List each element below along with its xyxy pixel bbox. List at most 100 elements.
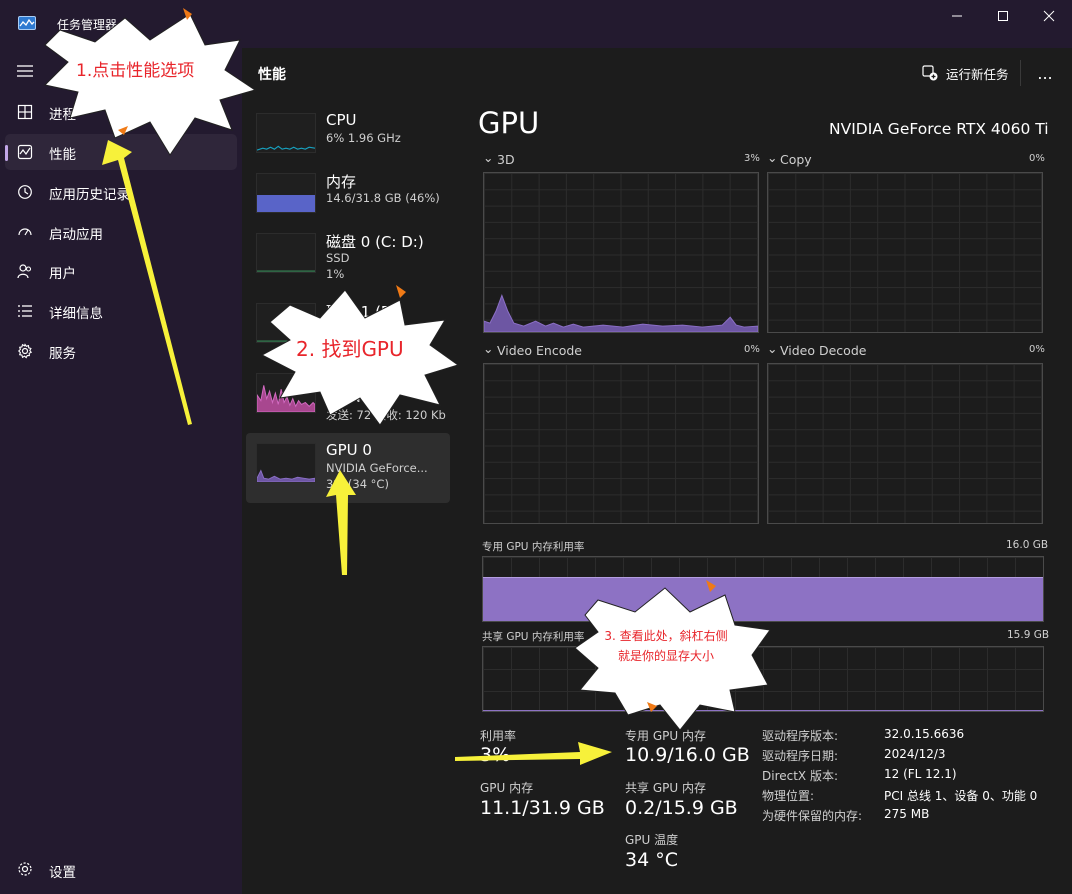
info-value: 32.0.15.6636 xyxy=(884,727,965,741)
engine-label-3d: 3D xyxy=(497,152,515,167)
app-history-icon xyxy=(18,185,32,199)
graph-3d-area xyxy=(484,294,758,332)
engine-label-video-decode: Video Decode xyxy=(780,343,867,358)
shared-mem-stat-label: 共享 GPU 内存 xyxy=(625,781,706,795)
utilization-label: 利用率 xyxy=(480,729,517,743)
header-separator xyxy=(1020,60,1021,86)
nav-label-startup: 启动应用 xyxy=(49,227,103,243)
perf-item-name: 内存 xyxy=(326,173,357,191)
startup-speedometer-icon xyxy=(18,228,32,236)
info-key: DirectX 版本: xyxy=(762,769,839,783)
engine-graph-3d xyxy=(483,172,759,333)
info-key: 物理位置: xyxy=(762,789,815,803)
settings-gear-icon[interactable] xyxy=(17,861,33,877)
dedicated-mem-max: 16.0 GB xyxy=(1006,539,1049,551)
nav-label-details: 详细信息 xyxy=(49,306,103,322)
details-list-icon xyxy=(18,305,32,317)
shared-mem-max: 15.9 GB xyxy=(1007,629,1050,641)
perf-item-detail: 6% 1.96 GHz xyxy=(326,131,401,145)
close-button[interactable] xyxy=(1026,0,1072,32)
engine-pct-video-encode: 0% xyxy=(744,344,760,355)
cpu-thumbnail-graph xyxy=(256,113,316,153)
perf-item-name: Wi-Fi xyxy=(326,371,362,389)
engine-label-copy: Copy xyxy=(780,152,812,167)
gpu-temp-label: GPU 温度 xyxy=(625,833,679,847)
info-value: 12 (FL 12.1) xyxy=(884,767,957,781)
nav-item-app-history[interactable]: 应用历史记录 xyxy=(5,174,237,210)
chevron-down-icon[interactable]: ⌄ xyxy=(767,150,777,165)
nav-item-details[interactable]: 详细信息 xyxy=(5,293,237,329)
perf-item-name: CPU xyxy=(326,111,357,129)
run-new-task-button[interactable]: 运行新任务 xyxy=(916,58,1016,88)
run-new-task-label: 运行新任务 xyxy=(946,66,1009,82)
info-value: 275 MB xyxy=(884,807,930,821)
task-manager-app-icon xyxy=(18,16,36,30)
nav-label-performance: 性能 xyxy=(49,147,76,163)
nav-item-services[interactable]: 服务 xyxy=(5,333,237,369)
nav-label-app-history: 应用历史记录 xyxy=(49,187,130,203)
wifi-thumbnail-graph xyxy=(256,373,316,413)
gpu-mem-label: GPU 内存 xyxy=(480,781,534,795)
run-new-task-icon xyxy=(922,65,938,81)
utilization-value: 3% xyxy=(480,744,511,766)
users-icon xyxy=(17,264,32,279)
perf-item-name: 磁盘 1 (E:) xyxy=(326,303,402,321)
perf-item-wifi[interactable]: Wi-Fi WLAN 发送: 72 接收: 120 Kb xyxy=(246,363,450,433)
gpu-model: NVIDIA GeForce RTX 4060 Ti xyxy=(829,120,1049,138)
performance-chart-icon xyxy=(17,144,33,160)
nav-label-users: 用户 xyxy=(49,266,76,282)
maximize-button[interactable] xyxy=(980,0,1026,32)
annotation-step-2-text: 2. 找到GPU xyxy=(296,337,404,361)
gpu-title: GPU xyxy=(478,106,540,140)
engine-graph-copy xyxy=(767,172,1043,333)
annotation-arrow-3 xyxy=(455,742,612,765)
dedicated-mem-usage-label: 专用 GPU 内存利用率 xyxy=(482,541,585,553)
info-key: 驱动程序版本: xyxy=(762,729,839,743)
perf-item-detail-2: 3% (34 °C) xyxy=(326,477,389,491)
dedicated-mem-stat-value: 10.9/16.0 GB xyxy=(625,744,750,766)
nav-label-processes: 进程 xyxy=(49,107,76,123)
hamburger-menu-icon[interactable] xyxy=(16,62,34,80)
nav-item-performance[interactable]: 性能 xyxy=(5,134,237,170)
info-key: 驱动程序日期: xyxy=(762,749,839,763)
nav-item-users[interactable]: 用户 xyxy=(5,253,237,289)
dedicated-mem-stat-label: 专用 GPU 内存 xyxy=(625,729,706,743)
close-icon xyxy=(1043,10,1055,22)
title-bar xyxy=(0,0,1072,48)
perf-item-detail-2: 1% xyxy=(326,267,345,281)
engine-label-video-encode: Video Encode xyxy=(497,343,582,358)
gpu-mem-value: 11.1/31.9 GB xyxy=(480,797,605,819)
perf-item-name: 磁盘 0 (C: D:) xyxy=(326,233,424,251)
engine-pct-copy: 0% xyxy=(1029,153,1045,164)
more-options-button[interactable]: ... xyxy=(1030,60,1060,86)
minimize-button[interactable] xyxy=(934,0,980,32)
nav-label-services: 服务 xyxy=(49,346,76,362)
perf-item-gpu-0[interactable]: GPU 0 NVIDIA GeForce... 3% (34 °C) xyxy=(246,433,450,503)
services-gear-icon xyxy=(18,343,33,359)
perf-item-name: GPU 0 xyxy=(326,441,372,459)
annotation-step-1-text: 1.点击性能选项 xyxy=(76,61,195,81)
perf-item-detail: SSD xyxy=(326,251,350,265)
settings-label[interactable]: 设置 xyxy=(49,861,76,881)
dedicated-mem-fill xyxy=(483,577,1043,621)
engine-graph-video-decode xyxy=(767,363,1043,524)
memory-thumbnail-graph xyxy=(256,173,316,213)
perf-item-detail: 14.6/31.8 GB (46%) xyxy=(326,191,440,205)
chevron-down-icon[interactable]: ⌄ xyxy=(483,341,493,356)
gpu-thumbnail-graph xyxy=(256,443,316,483)
info-key: 为硬件保留的内存: xyxy=(762,809,863,823)
minimize-icon xyxy=(952,15,962,17)
chevron-down-icon[interactable]: ⌄ xyxy=(483,150,493,165)
nav-item-startup[interactable]: 启动应用 xyxy=(5,214,237,250)
gpu-temp-value: 34 °C xyxy=(625,849,678,871)
perf-item-detail: NVIDIA GeForce... xyxy=(326,461,428,475)
perf-item-detail: WLAN xyxy=(326,391,361,405)
chevron-down-icon[interactable]: ⌄ xyxy=(767,341,777,356)
maximize-icon xyxy=(998,11,1008,21)
window-title: 任务管理器 xyxy=(57,18,118,32)
shared-mem-graph xyxy=(482,646,1044,712)
disk-thumbnail-graph xyxy=(256,233,316,273)
nav-item-processes[interactable]: 进程 xyxy=(5,94,237,130)
perf-item-disk-0[interactable]: 磁盘 0 (C: D:) SSD 1% xyxy=(246,223,450,293)
perf-item-detail-2: 发送: 72 接收: 120 Kb xyxy=(326,408,446,422)
